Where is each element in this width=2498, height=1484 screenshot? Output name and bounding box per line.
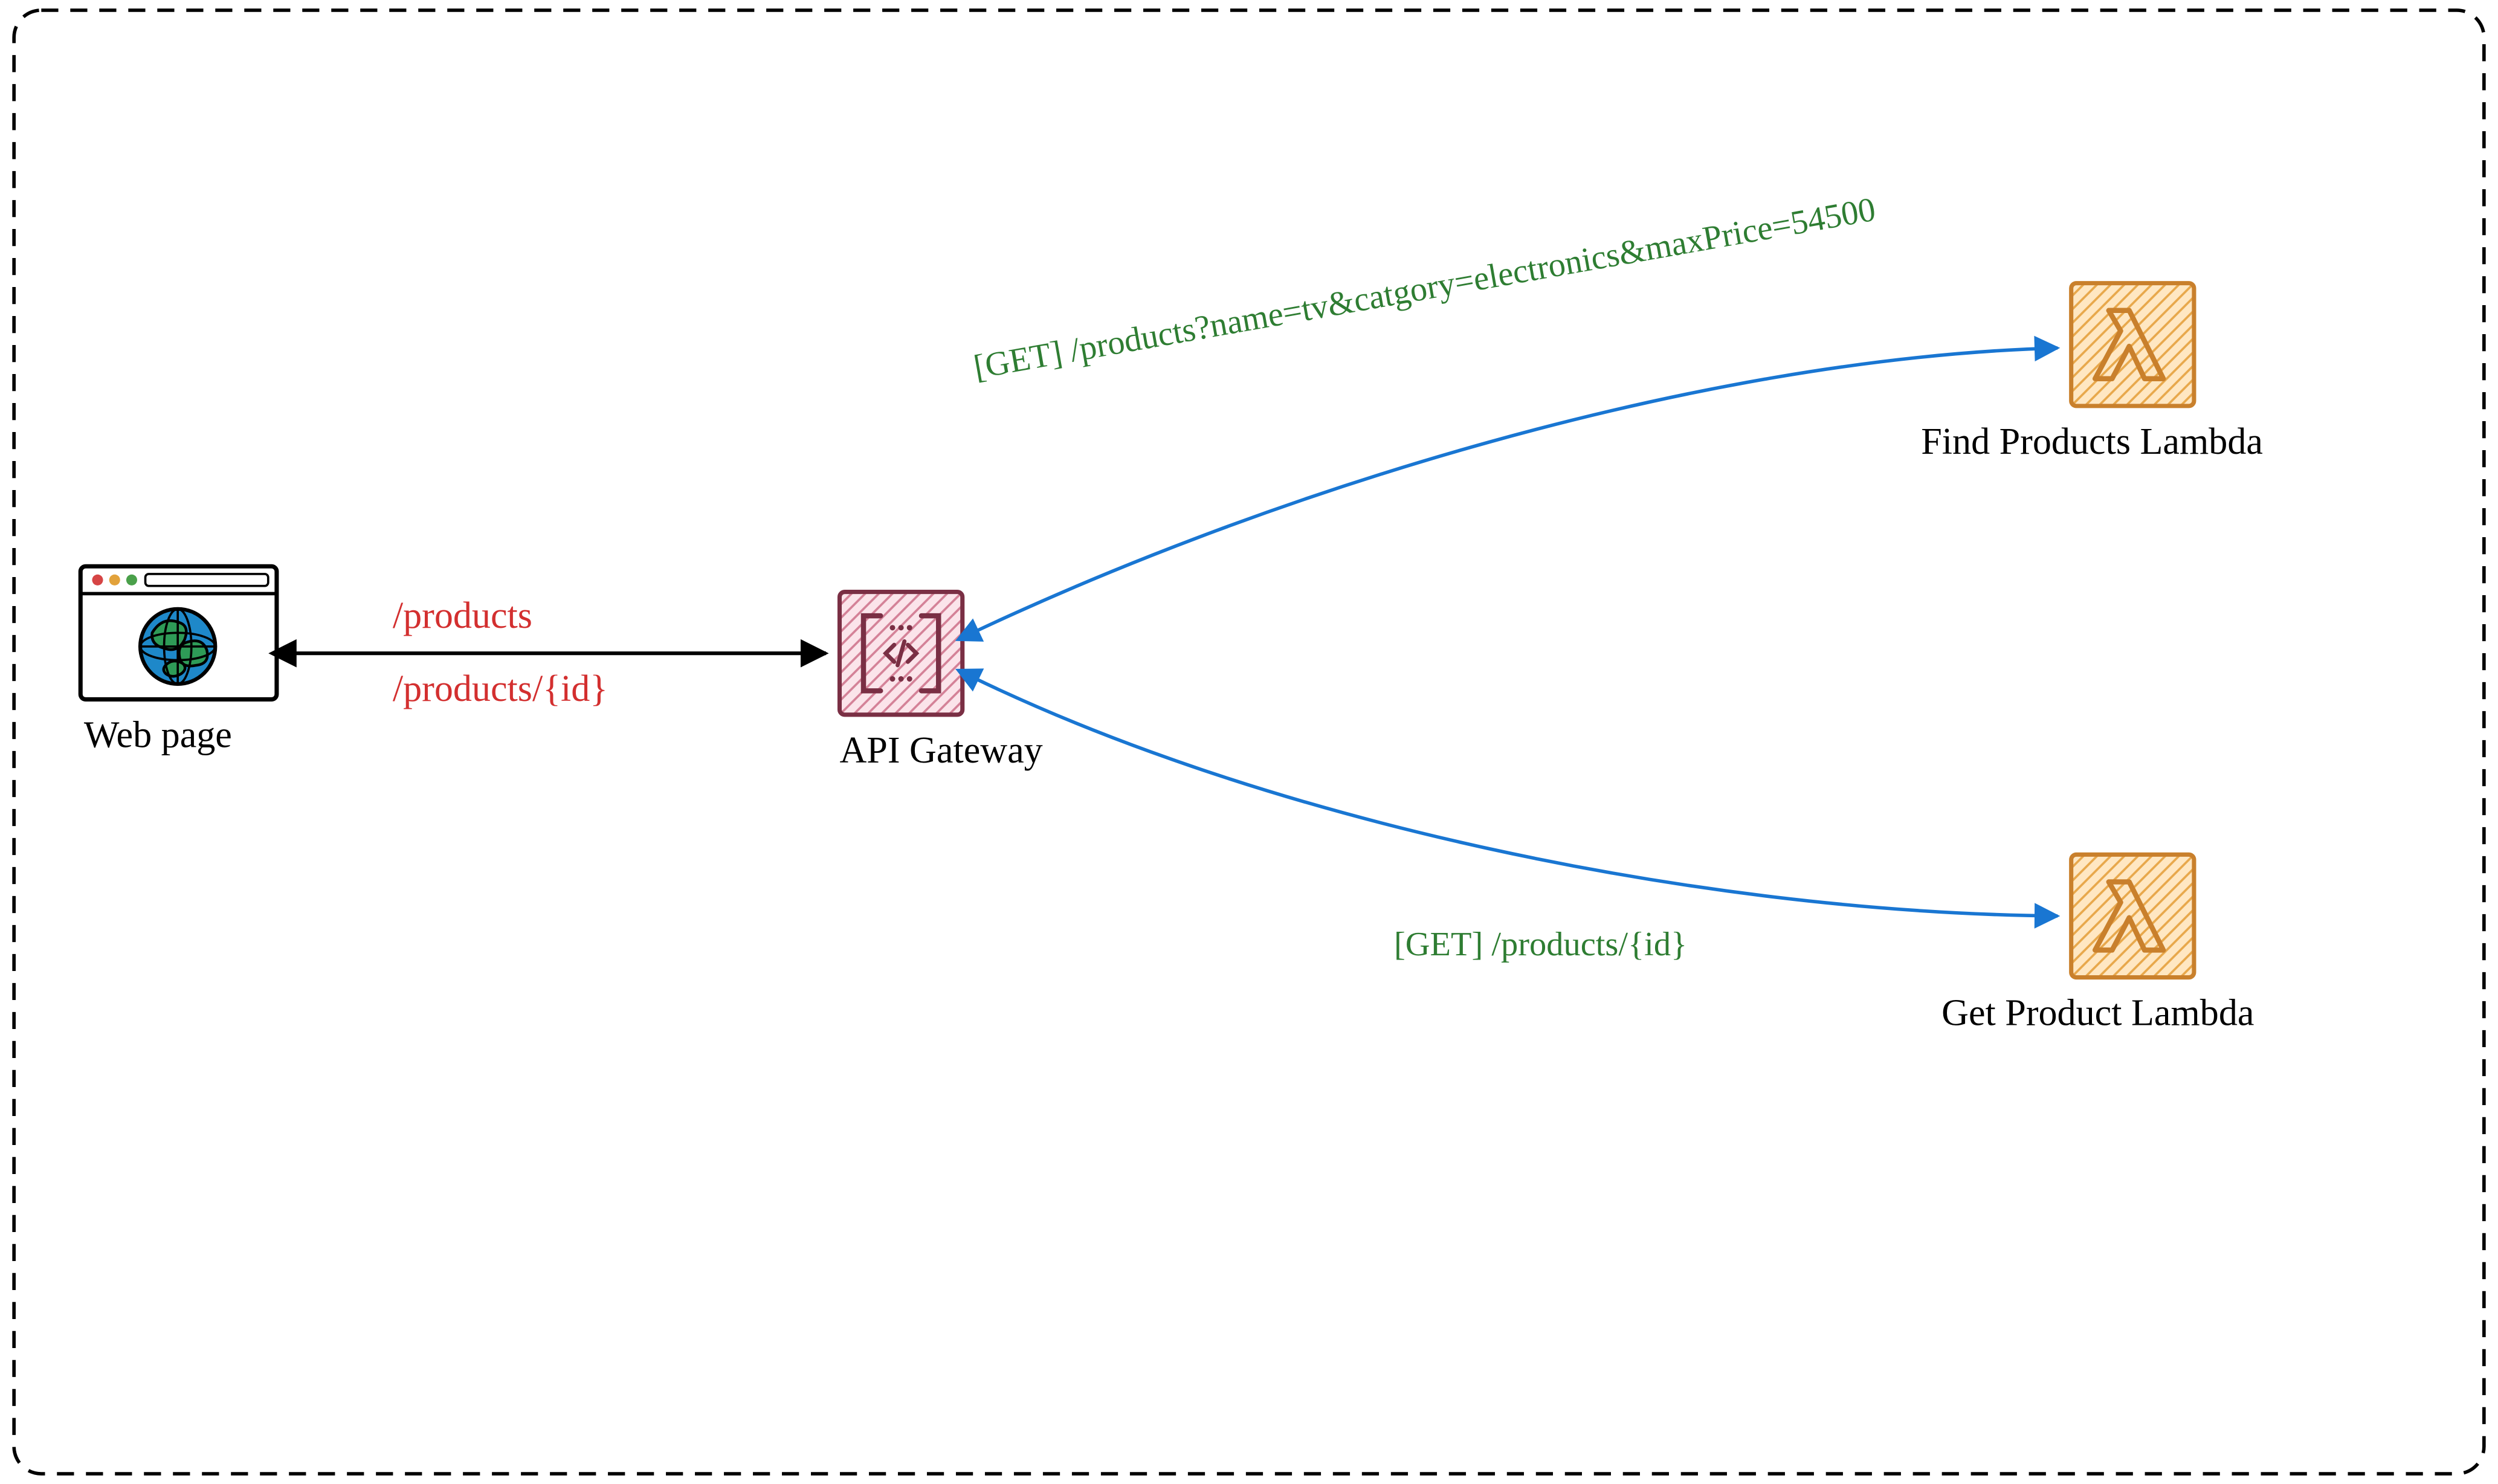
edge-gateway-get-label: [GET] /products/{id}	[1394, 926, 1687, 963]
edge-webpage-gateway-label-bottom: /products/{id}	[393, 668, 608, 709]
edge-gateway-find-label: [GET] /products?name=tv&catgory=electron…	[971, 191, 1879, 387]
edge-gateway-find	[976, 348, 2057, 631]
get-lambda-node: Get Product Lambda	[1941, 854, 2254, 1033]
webpage-node: Web page	[80, 566, 277, 755]
find-lambda-label: Find Products Lambda	[1921, 421, 2263, 462]
lambda-icon	[2071, 854, 2194, 977]
get-lambda-label: Get Product Lambda	[1941, 993, 2254, 1034]
find-lambda-node: Find Products Lambda	[1921, 283, 2263, 462]
api-gateway-node: API Gateway	[839, 592, 1042, 771]
edge-webpage-gateway-label-top: /products	[393, 595, 532, 636]
lambda-icon	[2071, 283, 2194, 406]
diagram-frame	[14, 10, 2484, 1474]
webpage-label: Web page	[84, 714, 232, 755]
globe-icon	[140, 609, 215, 684]
edge-gateway-get	[976, 679, 2057, 916]
api-gateway-label: API Gateway	[839, 730, 1042, 771]
